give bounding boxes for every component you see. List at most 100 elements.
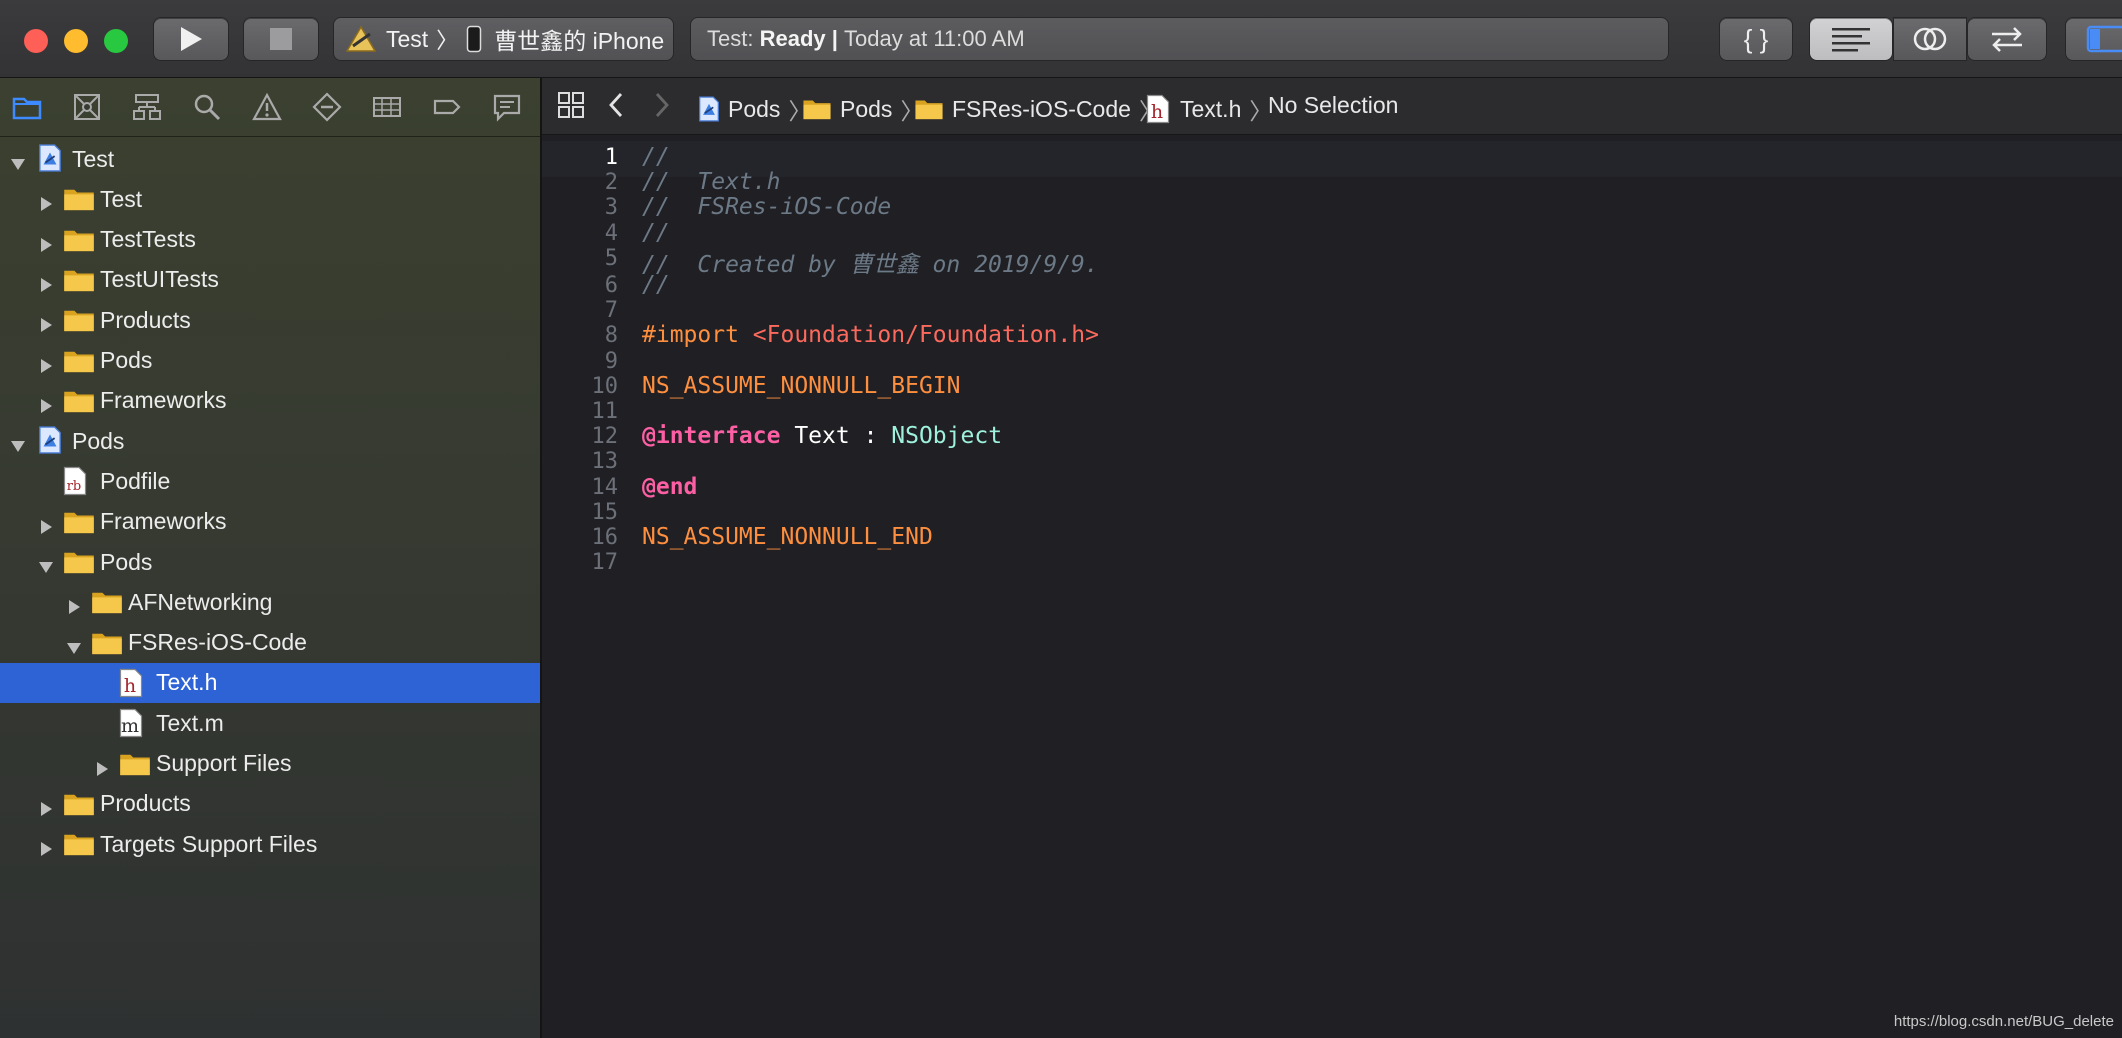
tree-row[interactable]: Test	[0, 179, 540, 219]
tree-row[interactable]: AFNetworking	[0, 582, 540, 622]
run-button[interactable]	[154, 18, 228, 60]
close-window-button[interactable]	[24, 29, 48, 53]
tree-row-label: Test	[72, 145, 115, 172]
disclosure-collapsed-icon[interactable]	[38, 393, 54, 413]
version-editor-button[interactable]	[1968, 18, 2046, 60]
code-token: NSObject	[891, 423, 1003, 450]
tree-row-label: AFNetworking	[128, 588, 273, 615]
tree-row-label: Targets Support Files	[100, 830, 318, 857]
code-line[interactable]: //	[642, 272, 670, 298]
xcode-target-icon	[345, 25, 377, 52]
zoom-window-button[interactable]	[104, 29, 128, 53]
code-line[interactable]: NS_ASSUME_NONNULL_END	[642, 524, 933, 550]
breadcrumb-item[interactable]: Pods 〉	[802, 92, 923, 126]
breadcrumb-item[interactable]: FSRes-iOS-Code〉	[914, 92, 1162, 126]
tree-row[interactable]: Products	[0, 300, 540, 340]
go-back-button[interactable]	[604, 90, 630, 120]
tree-row[interactable]: TestUITests	[0, 260, 540, 300]
related-items-button[interactable]	[556, 90, 586, 120]
project-navigator-tab[interactable]	[10, 90, 44, 124]
xcode-project-icon	[38, 144, 62, 178]
svg-text:rb: rb	[67, 479, 82, 494]
code-line[interactable]: @end	[642, 474, 697, 500]
code-line[interactable]: //	[642, 144, 670, 170]
watermark: https://blog.csdn.net/BUG_delete	[1893, 1013, 2114, 1030]
code-line[interactable]: #import <Foundation/Foundation.h>	[642, 322, 1099, 348]
source-control-navigator-tab[interactable]	[70, 90, 104, 124]
code-line[interactable]: //	[642, 220, 670, 246]
go-forward-button[interactable]	[648, 90, 674, 120]
tree-row[interactable]: FSRes-iOS-Code	[0, 623, 540, 663]
debug-navigator-tab[interactable]	[370, 90, 404, 124]
source-editor[interactable]: 1 2 3 4 5 6 7 8 9 10 11 12 13 14 15 16 17 //// Text.h// …	[542, 135, 2122, 1038]
disclosure-collapsed-icon[interactable]	[38, 272, 54, 292]
header-file-icon: h	[119, 668, 143, 704]
minimize-window-button[interactable]	[64, 29, 88, 53]
code-line[interactable]: // Text.h	[642, 169, 780, 195]
disclosure-expanded-icon[interactable]	[66, 635, 82, 654]
disclosure-collapsed-icon[interactable]	[38, 836, 54, 857]
tree-row[interactable]: m Text.m	[0, 703, 540, 743]
scheme-device-label: 曹世鑫的 iPhone	[494, 28, 665, 54]
symbol-navigator-tab[interactable]	[130, 90, 164, 124]
line-number: 11	[591, 399, 619, 424]
standard-editor-button[interactable]	[1810, 18, 1892, 60]
tree-row[interactable]: Pods	[0, 542, 540, 582]
breakpoint-navigator-tab[interactable]	[430, 90, 464, 124]
tree-row[interactable]: Pods	[0, 421, 540, 461]
breadcrumb-item[interactable]: h Text.h 〉	[1146, 92, 1272, 126]
disclosure-expanded-icon[interactable]	[10, 151, 26, 170]
assistant-editor-button[interactable]	[1894, 18, 1966, 60]
disclosure-collapsed-icon[interactable]	[38, 796, 54, 816]
tree-row-label: Test	[100, 185, 143, 212]
tree-row[interactable]: Frameworks	[0, 502, 540, 542]
disclosure-expanded-icon[interactable]	[38, 554, 54, 573]
code-token: // FSRes-iOS-Code	[642, 194, 892, 221]
code-line[interactable]: // Created by 曹世鑫 on 2019/9/9.	[642, 245, 1099, 279]
line-number: 7	[604, 298, 618, 324]
breadcrumb-label: No Selection	[1268, 92, 1399, 118]
folder-icon	[63, 268, 95, 298]
disclosure-collapsed-icon[interactable]	[38, 232, 54, 252]
tree-row[interactable]: rb Podfile	[0, 461, 540, 501]
disclosure-collapsed-icon[interactable]	[38, 191, 54, 212]
tree-row[interactable]: h Text.h	[0, 662, 540, 704]
line-number: 2	[604, 170, 618, 196]
disclosure-collapsed-icon[interactable]	[66, 594, 82, 615]
code-token: NS_ASSUME_NONNULL_BEGIN	[642, 372, 961, 399]
code-review-button[interactable]: { }	[1720, 18, 1792, 60]
code-line[interactable]: NS_ASSUME_NONNULL_BEGIN	[642, 373, 961, 399]
folder-icon	[63, 308, 95, 338]
tree-row[interactable]: Pods	[0, 341, 540, 381]
tree-row-label: Pods	[100, 548, 153, 575]
tree-row-label: Pods	[72, 427, 125, 454]
tree-row[interactable]: Support Files	[0, 744, 540, 784]
find-navigator-tab[interactable]	[190, 90, 224, 124]
disclosure-collapsed-icon[interactable]	[38, 312, 54, 333]
report-navigator-tab[interactable]	[490, 90, 524, 124]
svg-text:m: m	[121, 715, 139, 737]
tree-row[interactable]: TestTests	[0, 220, 540, 260]
tree-row[interactable]: Frameworks	[0, 381, 540, 421]
code-line[interactable]: // FSRes-iOS-Code	[642, 194, 891, 220]
line-number: 14	[591, 474, 619, 500]
scheme-selector[interactable]: Test 〉 曹世鑫的 iPhone	[334, 18, 673, 60]
tree-row[interactable]: Targets Support Files	[0, 824, 540, 864]
test-navigator-tab[interactable]	[310, 90, 344, 124]
stop-button[interactable]	[244, 18, 318, 60]
main-toolbar: Test 〉 曹世鑫的 iPhone Test: Ready | Today a…	[0, 0, 2122, 78]
disclosure-collapsed-icon[interactable]	[94, 756, 110, 776]
disclosure-collapsed-icon[interactable]	[38, 353, 54, 373]
disclosure-collapsed-icon[interactable]	[38, 514, 54, 534]
breadcrumb-item[interactable]: Pods 〉	[698, 92, 811, 126]
disclosure-expanded-icon[interactable]	[10, 433, 26, 453]
tree-row[interactable]: Products	[0, 784, 540, 824]
toggle-navigator-button[interactable]	[2066, 18, 2122, 60]
tree-row[interactable]: Test	[0, 139, 540, 179]
file-tree: Test Test TestTests TestUITests Products Pods…	[0, 136, 540, 1036]
breadcrumb-item[interactable]: No Selection	[1268, 92, 1398, 119]
overlapping-circles-icon	[1913, 27, 1947, 51]
project-navigator: Test Test TestTests TestUITests Products Pods…	[0, 78, 542, 1038]
issue-navigator-tab[interactable]	[250, 90, 284, 124]
code-line[interactable]: @interface Text : NSObject	[642, 423, 1002, 449]
